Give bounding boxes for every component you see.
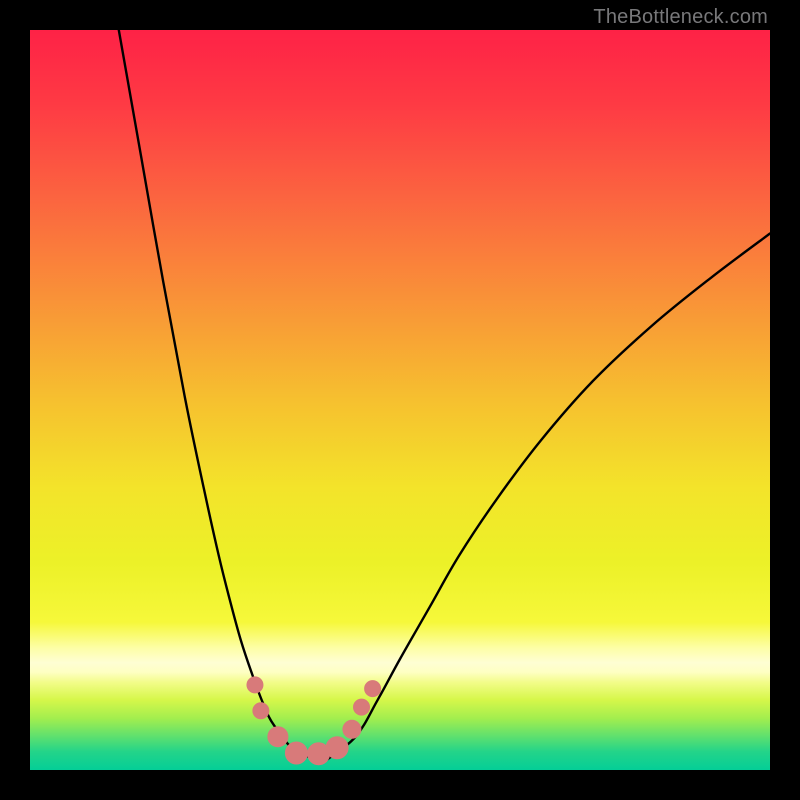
outer-frame: TheBottleneck.com xyxy=(0,0,800,800)
bottom-markers xyxy=(247,677,381,765)
watermark-label: TheBottleneck.com xyxy=(593,6,768,29)
plot-area xyxy=(30,30,770,770)
right-bottleneck-curve xyxy=(326,234,770,761)
chart-svg xyxy=(30,30,770,770)
marker-dot xyxy=(365,681,381,697)
marker-dot xyxy=(354,699,370,715)
marker-dot xyxy=(253,703,269,719)
marker-dot xyxy=(285,742,307,764)
left-bottleneck-curve xyxy=(119,30,326,760)
marker-dot xyxy=(247,677,263,693)
marker-dot xyxy=(268,727,288,747)
marker-dot xyxy=(343,720,361,738)
marker-dot xyxy=(326,737,348,759)
